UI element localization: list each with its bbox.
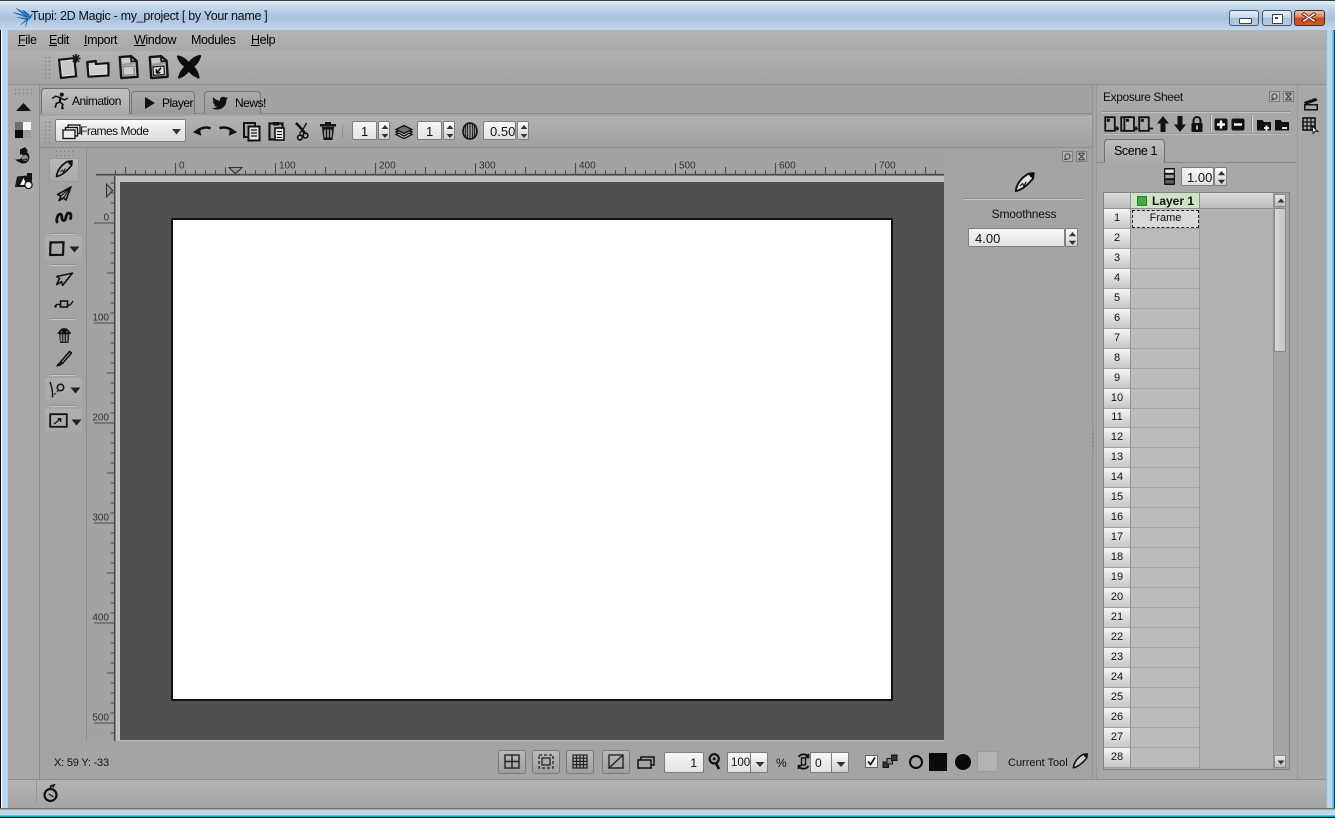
svg-text:500: 500 (92, 713, 109, 724)
svg-text:400: 400 (579, 161, 596, 172)
svg-text:100: 100 (92, 313, 109, 324)
svg-text:100: 100 (279, 161, 296, 172)
svg-text:700: 700 (879, 161, 896, 172)
svg-text:0: 0 (103, 213, 109, 224)
svg-text:200: 200 (379, 161, 396, 172)
svg-text:500: 500 (679, 161, 696, 172)
svg-text:300: 300 (92, 513, 109, 524)
svg-text:400: 400 (92, 613, 109, 624)
svg-text:600: 600 (779, 161, 796, 172)
svg-text:200: 200 (92, 413, 109, 424)
svg-text:300: 300 (479, 161, 496, 172)
svg-text:0: 0 (179, 161, 185, 172)
